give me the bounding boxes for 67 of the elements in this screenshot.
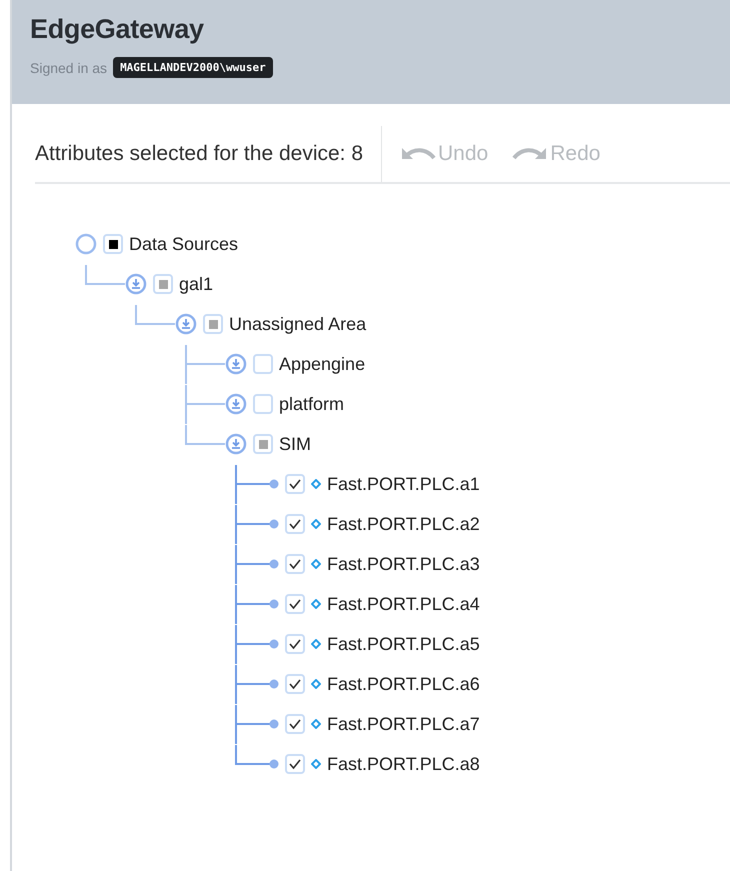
node-label[interactable]: gal1 <box>179 274 214 294</box>
expand-icon[interactable] <box>225 393 247 415</box>
expand-icon[interactable] <box>225 353 247 375</box>
dot-icon <box>269 479 279 489</box>
node-label[interactable]: Fast.PORT.PLC.a6 <box>327 674 480 694</box>
node-label[interactable]: Appengine <box>279 354 366 374</box>
dot-icon <box>269 599 279 609</box>
checkbox[interactable] <box>285 754 305 774</box>
diamond-icon <box>311 479 321 489</box>
checkmark-icon <box>288 558 302 570</box>
tree-connector <box>185 385 225 405</box>
checkbox[interactable] <box>203 314 223 334</box>
diamond-icon <box>311 759 321 769</box>
node-label[interactable]: Data Sources <box>129 234 238 254</box>
checkmark-icon <box>288 518 302 530</box>
diamond-icon <box>311 559 321 569</box>
checkbox[interactable] <box>103 234 123 254</box>
app-title: EdgeGateway <box>30 14 205 45</box>
tree-connector <box>185 345 225 365</box>
node-circle-icon[interactable] <box>75 233 97 255</box>
node-label[interactable]: platform <box>279 394 344 414</box>
diamond-icon <box>311 679 321 689</box>
node-label[interactable]: Unassigned Area <box>229 314 366 334</box>
diamond-icon <box>311 719 321 729</box>
checkbox[interactable] <box>253 354 273 374</box>
checkmark-icon <box>288 678 302 690</box>
checkbox[interactable] <box>153 274 173 294</box>
checkbox[interactable] <box>285 514 305 534</box>
signed-in-label: Signed in as <box>30 60 108 76</box>
node-label[interactable]: Fast.PORT.PLC.a2 <box>327 514 480 534</box>
checkbox[interactable] <box>253 434 273 454</box>
dot-icon <box>269 679 279 689</box>
dot-icon <box>269 519 279 529</box>
checkbox[interactable] <box>253 394 273 414</box>
tree-connector <box>185 425 225 445</box>
checkbox[interactable] <box>285 634 305 654</box>
expand-icon[interactable] <box>225 433 247 455</box>
checkmark-icon <box>288 718 302 730</box>
checkmark-icon <box>288 598 302 610</box>
checkbox[interactable] <box>285 714 305 734</box>
diamond-icon <box>311 519 321 529</box>
tree-connector <box>135 305 175 325</box>
checkmark-icon <box>288 758 302 770</box>
checkmark-icon <box>288 638 302 650</box>
checkbox[interactable] <box>285 594 305 614</box>
node-label[interactable]: Fast.PORT.PLC.a7 <box>327 714 480 734</box>
selection-summary: Attributes selected for the device: 8 <box>35 142 364 166</box>
tree-connector <box>85 265 125 285</box>
checkbox[interactable] <box>285 554 305 574</box>
dot-icon <box>269 559 279 569</box>
node-label[interactable]: Fast.PORT.PLC.a5 <box>327 634 480 654</box>
node-label[interactable]: Fast.PORT.PLC.a3 <box>327 554 480 574</box>
node-label[interactable]: Fast.PORT.PLC.a1 <box>327 474 480 494</box>
user-badge: MAGELLANDEV2000\wwuser <box>113 57 273 78</box>
dot-icon <box>269 719 279 729</box>
expand-icon[interactable] <box>175 313 197 335</box>
node-label[interactable]: SIM <box>279 434 312 454</box>
diamond-icon <box>311 639 321 649</box>
dot-icon <box>269 759 279 769</box>
checkbox[interactable] <box>285 674 305 694</box>
dot-icon <box>269 639 279 649</box>
node-label[interactable]: Fast.PORT.PLC.a8 <box>327 754 480 774</box>
checkbox[interactable] <box>285 474 305 494</box>
diamond-icon <box>311 599 321 609</box>
expand-icon[interactable] <box>125 273 147 295</box>
node-label[interactable]: Fast.PORT.PLC.a4 <box>327 594 480 614</box>
checkmark-icon <box>288 478 302 490</box>
